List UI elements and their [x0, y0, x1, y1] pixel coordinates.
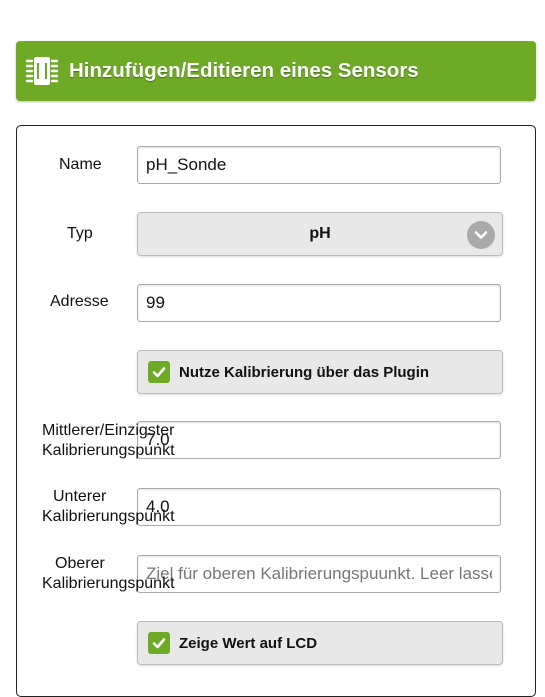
type-select[interactable]: pH: [137, 212, 503, 256]
upper-calibration-label-line2: Kalibrierungspunkt: [42, 575, 175, 592]
mid-calibration-label: Mittlerer/Einzigster Kalibrierungspunkt: [42, 421, 175, 461]
show-on-lcd-checkbox[interactable]: Zeige Wert auf LCD: [137, 621, 503, 665]
chip-icon: [24, 54, 60, 88]
show-on-lcd-label: Zeige Wert auf LCD: [179, 634, 318, 652]
name-field[interactable]: [137, 146, 501, 184]
chevron-down-icon: [467, 221, 495, 249]
sensor-form-panel: [16, 125, 536, 697]
address-field[interactable]: [137, 284, 501, 322]
mid-calibration-field[interactable]: [137, 421, 501, 459]
upper-calibration-field[interactable]: [137, 555, 501, 593]
page-title: Hinzufügen/Editieren eines Sensors: [69, 59, 419, 82]
lower-calibration-label-line1: Unterer: [53, 488, 107, 505]
upper-calibration-label-line1: Oberer: [55, 555, 105, 572]
mid-calibration-label-line2: Kalibrierungspunkt: [42, 442, 175, 459]
address-label: Adresse: [50, 293, 109, 310]
lower-calibration-label: Unterer Kalibrierungspunkt: [42, 487, 175, 527]
page-header: Hinzufügen/Editieren eines Sensors: [16, 41, 536, 101]
lower-calibration-label-line2: Kalibrierungspunkt: [42, 508, 175, 525]
checkmark-icon: [148, 361, 170, 383]
type-select-value: pH: [309, 225, 331, 242]
use-calibration-label: Nutze Kalibrierung über das Plugin: [179, 363, 430, 381]
upper-calibration-label: Oberer Kalibrierungspunkt: [42, 554, 175, 594]
type-label: Typ: [67, 225, 93, 242]
name-label: Name: [59, 156, 102, 173]
checkmark-icon: [148, 632, 170, 654]
lower-calibration-field[interactable]: [137, 488, 501, 526]
use-calibration-checkbox[interactable]: Nutze Kalibrierung über das Plugin: [137, 350, 503, 394]
mid-calibration-label-line1: Mittlerer/Einzigster: [42, 422, 175, 439]
